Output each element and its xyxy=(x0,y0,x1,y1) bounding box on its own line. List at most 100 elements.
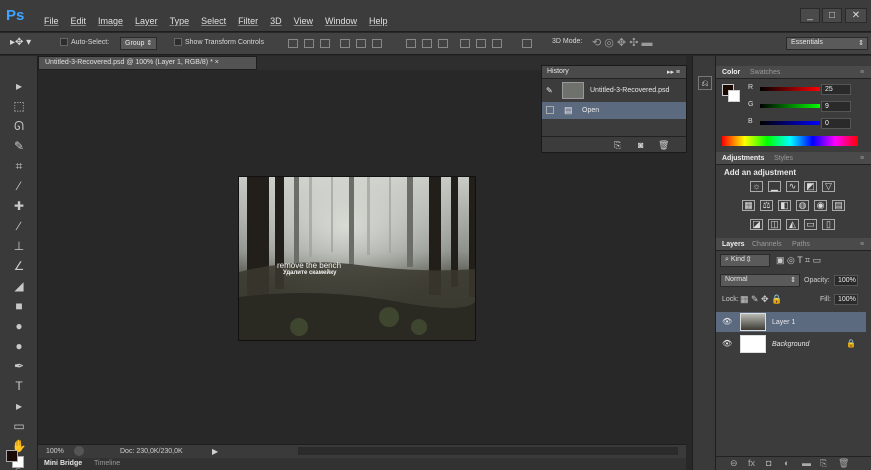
vibrance-icon[interactable]: ▽ xyxy=(822,181,835,192)
lock-icons[interactable]: ▦ ✎ ✥ 🔒 xyxy=(740,294,782,305)
green-slider[interactable]: G xyxy=(748,101,820,113)
menu-type[interactable]: Type xyxy=(170,16,190,26)
brightness-contrast-icon[interactable]: ☼ xyxy=(750,181,763,192)
exposure-icon[interactable]: ◩ xyxy=(804,181,817,192)
document-tab[interactable]: Untitled-3-Recovered.psd @ 100% (Layer 1… xyxy=(38,56,257,70)
panel-menu-icon[interactable]: ≡ xyxy=(860,155,864,162)
threshold-icon[interactable]: ◭ xyxy=(786,219,799,230)
layer-name[interactable]: Background xyxy=(772,341,809,348)
workspace-dropdown[interactable]: Essentials ⇕ xyxy=(786,37,868,50)
color-lookup-icon[interactable]: ▤ xyxy=(832,200,845,211)
gradient-map-icon[interactable]: ▭ xyxy=(804,219,817,230)
auto-select-checkbox[interactable]: Auto-Select: xyxy=(60,38,109,46)
color-spectrum[interactable] xyxy=(722,136,858,146)
distribute-bottom-icon[interactable] xyxy=(438,39,448,48)
close-button[interactable]: ✕ xyxy=(845,8,867,23)
opacity-field[interactable]: 100% xyxy=(834,275,858,286)
tab-swatches[interactable]: Swatches xyxy=(750,69,780,76)
history-brush-source-checkbox[interactable] xyxy=(546,106,554,114)
tab-paths[interactable]: Paths xyxy=(792,241,810,248)
blue-slider[interactable]: B xyxy=(748,118,820,130)
menu-select[interactable]: Select xyxy=(201,16,226,26)
horizontal-scrollbar[interactable] xyxy=(298,447,678,455)
tab-layers[interactable]: Layers xyxy=(722,241,745,248)
align-vcenter-icon[interactable] xyxy=(304,39,314,48)
align-left-icon[interactable] xyxy=(340,39,350,48)
menu-layer[interactable]: Layer xyxy=(135,16,158,26)
crop-tool-icon[interactable]: ⌗ xyxy=(10,158,28,174)
trash-icon[interactable]: 🗑 xyxy=(658,140,669,151)
camera-snapshot-icon[interactable]: ◙ xyxy=(638,140,643,150)
path-select-tool-icon[interactable]: ▸ xyxy=(10,398,28,414)
brush-tool-icon[interactable]: ∕ xyxy=(10,218,28,234)
minimize-button[interactable]: _ xyxy=(800,8,820,23)
maximize-button[interactable]: □ xyxy=(822,8,842,23)
r-value[interactable]: 25 xyxy=(821,84,851,95)
status-options-icon[interactable] xyxy=(74,446,84,456)
tab-adjustments[interactable]: Adjustments xyxy=(722,155,764,162)
distribute-vcenter-icon[interactable] xyxy=(422,39,432,48)
selective-color-icon[interactable]: ▯ xyxy=(822,219,835,230)
eye-icon[interactable]: 👁 xyxy=(722,317,732,326)
menu-3d[interactable]: 3D xyxy=(270,16,282,26)
auto-select-dropdown[interactable]: Group ⇕ xyxy=(120,37,158,50)
layer-filter-kind-dropdown[interactable]: ⌕ Kind ⇕ xyxy=(720,254,770,267)
eraser-tool-icon[interactable]: ◢ xyxy=(10,278,28,294)
blur-tool-icon[interactable]: ● xyxy=(10,318,28,334)
tab-color[interactable]: Color xyxy=(722,69,740,76)
dodge-tool-icon[interactable]: ● xyxy=(10,338,28,354)
layer-name[interactable]: Layer 1 xyxy=(772,319,795,326)
tab-timeline[interactable]: Timeline xyxy=(94,460,120,467)
tab-channels[interactable]: Channels xyxy=(752,241,782,248)
link-layers-icon[interactable]: ⊖ xyxy=(730,458,738,469)
show-transform-checkbox[interactable]: Show Transform Controls xyxy=(174,38,264,46)
red-slider[interactable]: R xyxy=(748,84,820,96)
panel-menu-icon[interactable]: ≡ xyxy=(860,69,864,76)
tab-styles[interactable]: Styles xyxy=(774,155,793,162)
channel-mixer-icon[interactable]: ◉ xyxy=(814,200,827,211)
g-track[interactable] xyxy=(760,104,820,108)
photo-filter-icon[interactable]: ◍ xyxy=(796,200,809,211)
levels-icon[interactable]: ▁ xyxy=(768,181,781,192)
layer-filter-icons[interactable]: ▣ ◎ T ⌗ ▭ xyxy=(776,255,821,266)
align-right-icon[interactable] xyxy=(372,39,382,48)
align-top-icon[interactable] xyxy=(288,39,298,48)
new-layer-icon[interactable]: ⎘ xyxy=(820,458,827,469)
menu-edit[interactable]: Edit xyxy=(71,16,87,26)
healing-brush-tool-icon[interactable]: ✚ xyxy=(10,198,28,214)
distribute-hcenter-icon[interactable] xyxy=(476,39,486,48)
panel-menu-icon[interactable]: ▸▸ ≡ xyxy=(667,68,680,76)
layer-row-layer-1[interactable]: 👁 Layer 1 xyxy=(716,312,866,332)
adjustment-layer-icon[interactable]: ◐ xyxy=(784,458,789,468)
new-group-icon[interactable]: ▬ xyxy=(802,458,811,468)
foreground-color-swatch[interactable] xyxy=(6,450,18,462)
b-value[interactable]: 0 xyxy=(821,118,851,129)
distribute-top-icon[interactable] xyxy=(406,39,416,48)
history-snapshot[interactable]: ✎ Untitled-3-Recovered.psd xyxy=(542,80,686,102)
blend-mode-dropdown[interactable]: Normal ⇕ xyxy=(720,274,800,287)
b-track[interactable] xyxy=(760,121,820,125)
align-bottom-icon[interactable] xyxy=(320,39,330,48)
pen-tool-icon[interactable]: ✒ xyxy=(10,358,28,374)
move-tool-icon[interactable]: ▸ xyxy=(10,78,28,94)
menu-help[interactable]: Help xyxy=(369,16,388,26)
tab-mini-bridge[interactable]: Mini Bridge xyxy=(44,460,82,467)
3d-mode-icons[interactable]: ⟲ ◎ ✥ ✣ ▬ xyxy=(592,36,652,49)
history-brush-tool-icon[interactable]: ∠ xyxy=(10,258,28,274)
color-balance-icon[interactable]: ⚖ xyxy=(760,200,773,211)
gradient-tool-icon[interactable]: ■ xyxy=(10,298,28,314)
menu-filter[interactable]: Filter xyxy=(238,16,258,26)
eyedropper-tool-icon[interactable]: ⁄ xyxy=(10,178,28,194)
auto-align-icon[interactable] xyxy=(522,39,532,48)
menu-window[interactable]: Window xyxy=(325,16,357,26)
menu-image[interactable]: Image xyxy=(98,16,123,26)
history-step-open[interactable]: ▤ Open xyxy=(542,102,686,119)
move-tool-icon[interactable]: ▸✥ ▾ xyxy=(10,37,31,48)
r-track[interactable] xyxy=(760,87,820,91)
status-menu-arrow-icon[interactable]: ▶ xyxy=(212,447,218,456)
menu-view[interactable]: View xyxy=(294,16,313,26)
history-brush-source-icon[interactable]: ✎ xyxy=(546,86,553,95)
marquee-tool-icon[interactable]: ⬚ xyxy=(10,98,28,114)
layer-style-icon[interactable]: fx xyxy=(748,458,755,468)
hue-saturation-icon[interactable]: ▦ xyxy=(742,200,755,211)
